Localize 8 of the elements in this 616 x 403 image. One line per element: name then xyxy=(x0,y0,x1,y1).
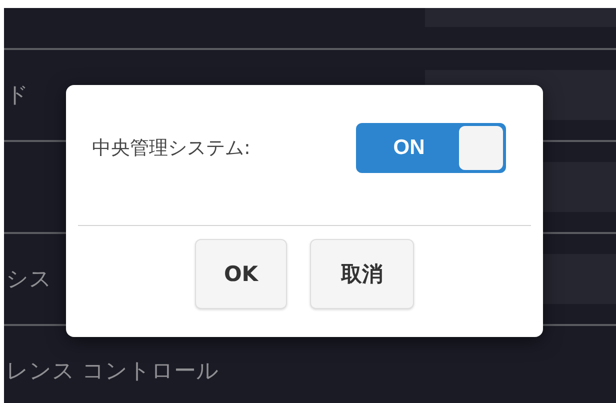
input-field[interactable] xyxy=(425,8,616,27)
setting-label: 中央管理システム: xyxy=(92,136,250,161)
setting-label: シス xyxy=(5,266,52,294)
dialog-button[interactable]: 取消 xyxy=(310,239,414,309)
toggle-switch[interactable]: ON xyxy=(356,123,506,173)
setting-label: レンス コントロール xyxy=(5,358,219,386)
dialog-button[interactable]: OK xyxy=(195,239,287,309)
setting-label: ド xyxy=(5,82,29,110)
